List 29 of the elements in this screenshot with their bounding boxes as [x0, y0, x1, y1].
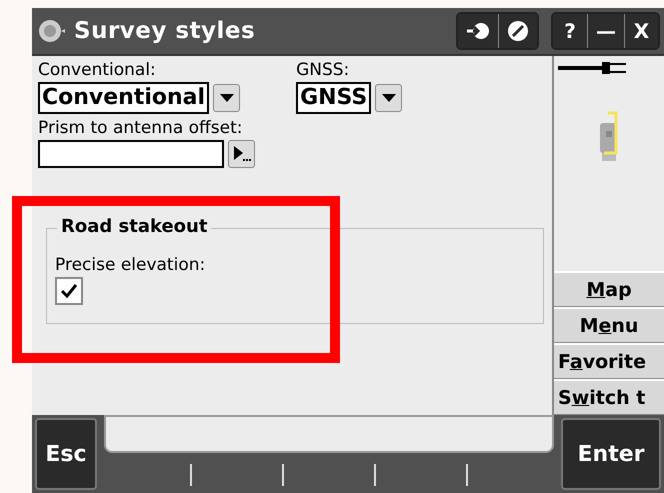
title-bar-button[interactable]: X: [624, 14, 658, 48]
options-button[interactable]: [228, 140, 255, 168]
field-label: GNSS:: [296, 60, 350, 80]
dropdown-button[interactable]: [375, 84, 402, 112]
dropdown-button[interactable]: [213, 84, 240, 112]
title-bar-button[interactable]: ?: [553, 14, 587, 48]
check-icon: [61, 284, 77, 298]
caret-icon: [382, 94, 396, 102]
side-menu-button[interactable]: Map: [554, 271, 664, 307]
conventional-dropdown[interactable]: Conventional: [38, 82, 210, 114]
no-sign-icon: [507, 20, 529, 42]
esc-button[interactable]: Esc: [35, 418, 97, 490]
play-more-icon: [232, 145, 252, 163]
arrow-into-circle-icon: [466, 21, 490, 41]
no-sign-button[interactable]: [498, 14, 537, 48]
plug-icon: [558, 60, 628, 76]
title-bar-button[interactable]: —: [587, 14, 624, 48]
field-label: Conventional:: [38, 60, 157, 80]
side-menu-button[interactable]: Favorite: [554, 343, 664, 379]
enter-button[interactable]: Enter: [561, 418, 661, 490]
checkbox[interactable]: [55, 277, 83, 305]
field-label: Prism to antenna offset:: [38, 118, 244, 138]
caret-icon: [220, 94, 234, 102]
checkbox-label: Precise elevation:: [55, 255, 206, 275]
side-menu-button[interactable]: Switch t: [554, 379, 664, 415]
side-menu-button[interactable]: Menu: [554, 307, 664, 343]
window-title: Survey styles: [74, 18, 256, 44]
gnss-dropdown[interactable]: GNSS: [296, 82, 372, 114]
input-field[interactable]: [38, 140, 224, 168]
